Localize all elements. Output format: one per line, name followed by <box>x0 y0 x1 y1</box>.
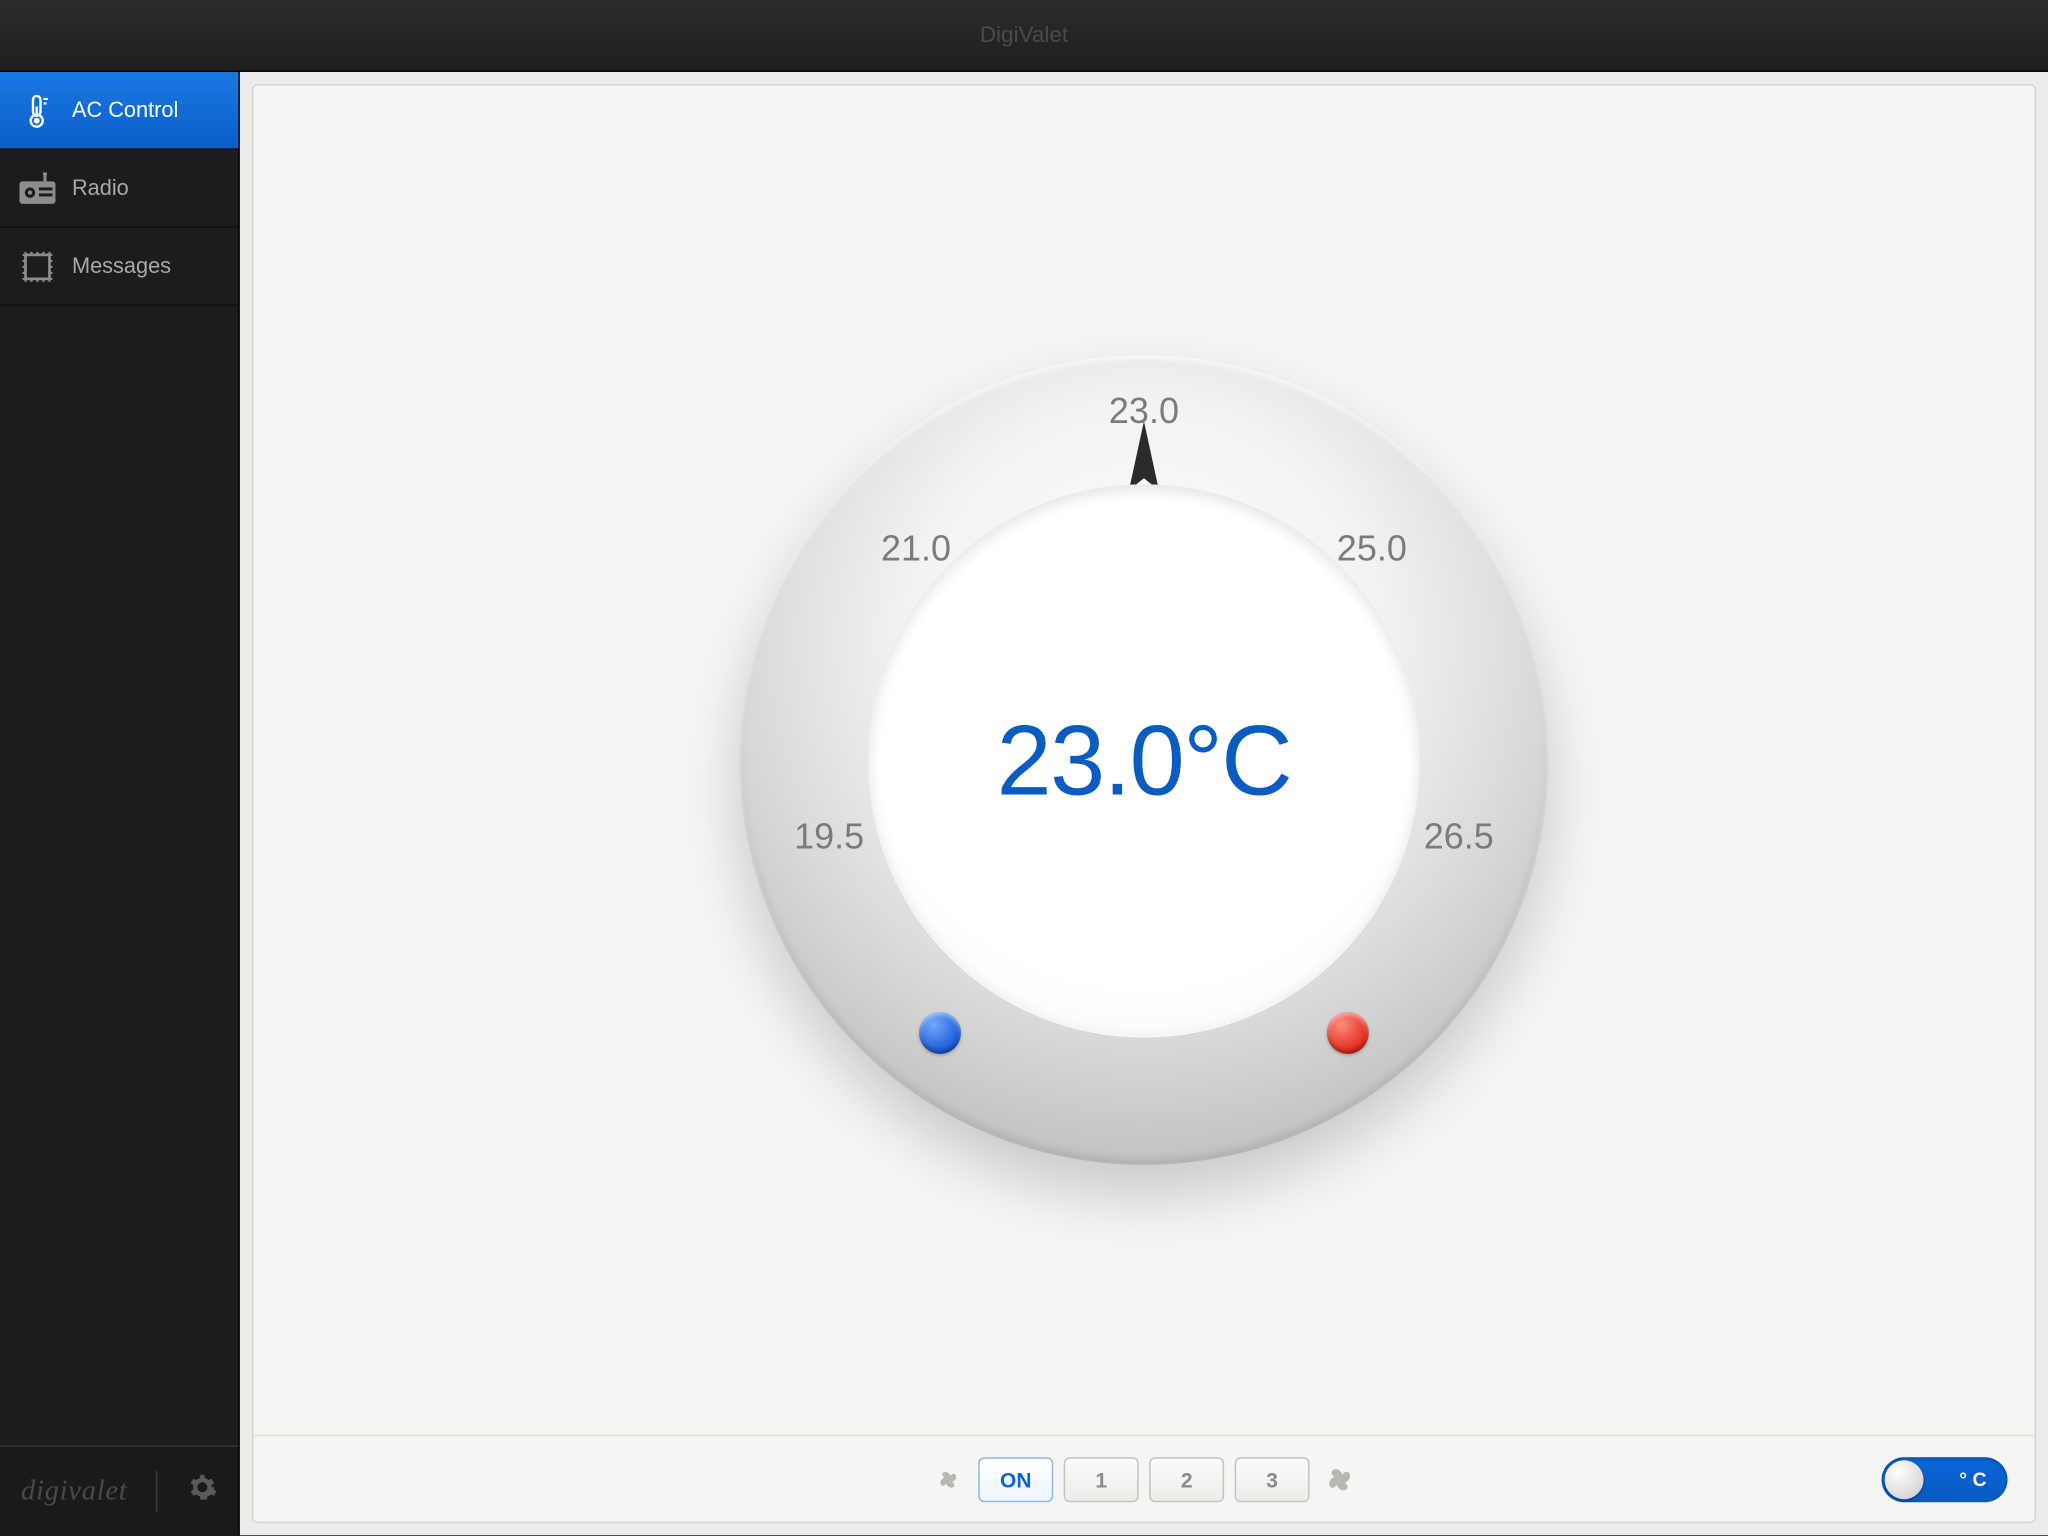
sidebar-items: AC Control Radio <box>0 72 238 1445</box>
sidebar-footer: digivalet <box>0 1445 238 1535</box>
cold-indicator-icon <box>919 1012 961 1054</box>
dial-area: 23.0 21.0 25.0 19.5 26.5 23.0°C <box>253 85 2034 1434</box>
fan-small-icon[interactable] <box>929 1460 968 1499</box>
sidebar-item-radio[interactable]: Radio <box>0 150 238 228</box>
ac-panel: 23.0 21.0 25.0 19.5 26.5 23.0°C <box>252 84 2036 1523</box>
dial-tick-upper-left: 21.0 <box>881 529 951 571</box>
sidebar: AC Control Radio <box>0 72 240 1535</box>
header-title: DigiValet <box>980 22 1068 47</box>
thermometer-icon <box>18 91 57 130</box>
temperature-dial[interactable]: 23.0 21.0 25.0 19.5 26.5 23.0°C <box>739 355 1549 1165</box>
dial-face: 23.0°C <box>868 484 1420 1036</box>
dial-tick-upper-right: 25.0 <box>1337 529 1407 571</box>
settings-icon[interactable] <box>187 1472 217 1509</box>
body: AC Control Radio <box>0 72 2048 1535</box>
fan-large-icon[interactable] <box>1320 1460 1359 1499</box>
fan-speed-2-button[interactable]: 2 <box>1149 1457 1224 1502</box>
dial-tick-lower-right: 26.5 <box>1424 817 1494 859</box>
main-area: 23.0 21.0 25.0 19.5 26.5 23.0°C <box>240 72 2048 1535</box>
controls-bar: ON 1 2 3 ° C <box>253 1435 2034 1522</box>
toggle-knob-icon <box>1885 1460 1924 1499</box>
unit-toggle[interactable]: ° C <box>1882 1457 2008 1502</box>
sidebar-item-label: AC Control <box>72 98 178 122</box>
temperature-value: 23.0°C <box>997 703 1292 817</box>
hot-indicator-icon <box>1327 1012 1369 1054</box>
divider <box>157 1470 158 1512</box>
sidebar-item-label: Radio <box>72 176 129 200</box>
brand-logo: digivalet <box>21 1475 127 1508</box>
header-bar: DigiValet <box>0 0 2048 72</box>
fan-on-button[interactable]: ON <box>978 1457 1053 1502</box>
app-root: DigiValet AC Control <box>0 0 2048 1535</box>
fan-speed-3-button[interactable]: 3 <box>1235 1457 1310 1502</box>
sidebar-item-label: Messages <box>72 254 171 278</box>
fan-speed-1-button[interactable]: 1 <box>1064 1457 1139 1502</box>
sidebar-item-messages[interactable]: Messages <box>0 228 238 306</box>
unit-toggle-label: ° C <box>1959 1468 1986 1490</box>
sidebar-item-ac-control[interactable]: AC Control <box>0 72 238 150</box>
radio-icon <box>18 169 57 208</box>
fan-controls: ON 1 2 3 <box>929 1457 1359 1502</box>
dial-tick-lower-left: 19.5 <box>794 817 864 859</box>
stamp-icon <box>18 247 57 286</box>
